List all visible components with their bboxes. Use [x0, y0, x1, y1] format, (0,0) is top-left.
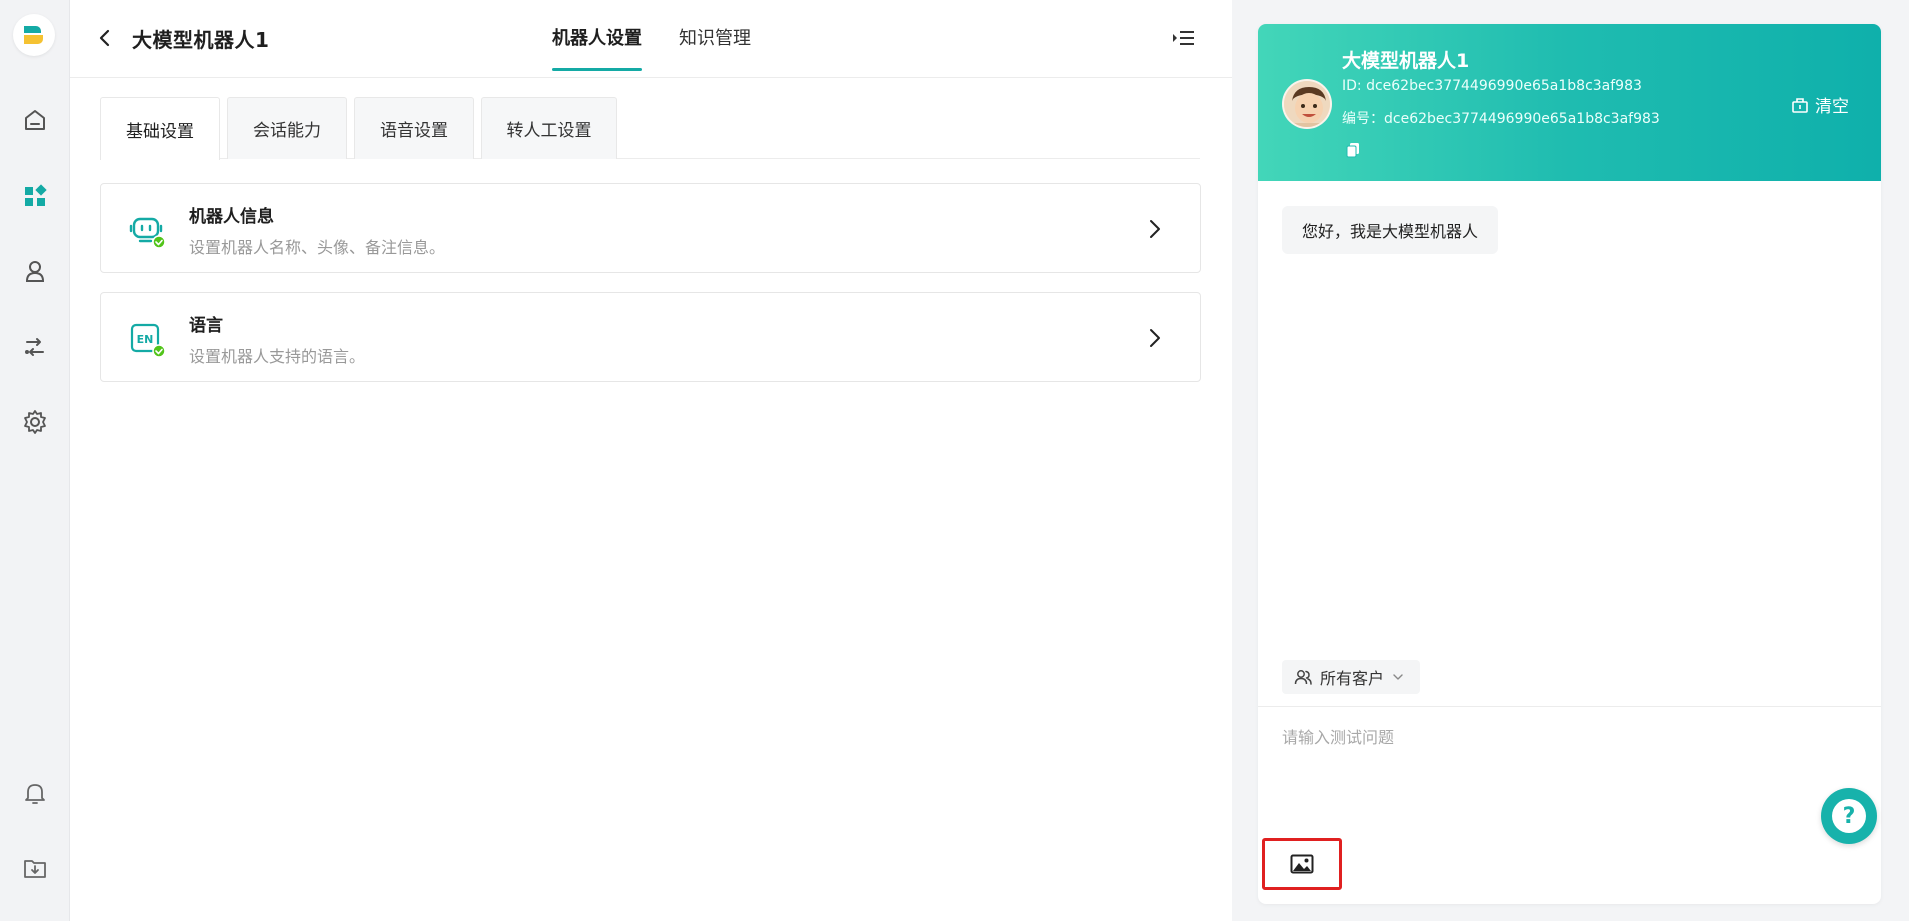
main-content: 大模型机器人1 机器人设置 知识管理 基础设置 会话能力 语音设置 转人工设置 — [70, 0, 1232, 921]
home-icon — [25, 110, 45, 130]
robot-icon — [129, 212, 166, 249]
card-description: 设置机器人支持的语言。 — [189, 347, 366, 366]
sidebar-item-user[interactable] — [17, 253, 53, 289]
gear-icon — [24, 410, 46, 434]
card-title: 机器人信息 — [189, 207, 274, 227]
bot-avatar — [1282, 79, 1332, 129]
users-icon — [1294, 670, 1312, 685]
bot-greeting-message: 您好，我是大模型机器人 — [1282, 206, 1499, 254]
subtab-basic[interactable]: 基础设置 — [100, 97, 220, 160]
sidebar-item-flow[interactable] — [17, 329, 53, 365]
bot-code: 编号：dce62bec3774496990e65a1b8c3af983 — [1342, 111, 1660, 127]
chevron-right-icon — [1148, 327, 1162, 349]
language-en-icon: EN — [129, 321, 166, 358]
download-folder-icon — [24, 860, 46, 878]
help-icon: ? — [1832, 799, 1866, 833]
bell-icon — [25, 784, 45, 804]
copy-icon — [1346, 143, 1359, 158]
sidebar-item-home[interactable] — [17, 102, 53, 138]
sidebar-item-downloads[interactable] — [17, 850, 53, 886]
scope-label: 所有客户 — [1320, 669, 1385, 688]
subtab-human-transfer[interactable]: 转人工设置 — [481, 97, 617, 159]
help-float-button[interactable]: ? — [1821, 788, 1877, 844]
avatar-icon — [1284, 81, 1330, 127]
bot-name: 大模型机器人1 — [1342, 50, 1470, 72]
subtab-voice[interactable]: 语音设置 — [354, 97, 474, 159]
customer-scope-dropdown[interactable]: 所有客户 — [1282, 660, 1421, 694]
back-button[interactable] — [98, 26, 118, 50]
svg-text:EN: EN — [137, 333, 154, 346]
subtab-conversation[interactable]: 会话能力 — [227, 97, 347, 159]
tab-robot-settings[interactable]: 机器人设置 — [552, 24, 642, 74]
test-question-input[interactable] — [1282, 724, 1852, 814]
sidebar-item-apps[interactable] — [17, 178, 53, 214]
flow-icon — [25, 338, 44, 356]
menu-collapse-icon — [1173, 31, 1194, 45]
card-title: 语言 — [189, 316, 223, 336]
upload-image-button[interactable] — [1262, 838, 1342, 890]
card-description: 设置机器人名称、头像、备注信息。 — [189, 238, 446, 257]
clear-button[interactable]: 清空 — [1791, 92, 1849, 117]
logo-icon — [24, 26, 43, 44]
image-icon — [1290, 854, 1314, 874]
sidebar-item-notifications[interactable] — [17, 775, 53, 811]
tab-knowledge[interactable]: 知识管理 — [679, 24, 751, 74]
chevron-left-icon — [99, 29, 110, 47]
bot-id: ID: dce62bec3774496990e65a1b8c3af983 — [1342, 78, 1642, 94]
robot-info-card[interactable]: 机器人信息 设置机器人名称、头像、备注信息。 — [100, 183, 1201, 273]
chat-header: 大模型机器人1 ID: dce62bec3774496990e65a1b8c3a… — [1258, 24, 1881, 181]
page-title: 大模型机器人1 — [132, 28, 270, 52]
input-divider — [1258, 706, 1881, 707]
collapse-panel-button[interactable] — [1170, 26, 1196, 50]
top-bar: 大模型机器人1 机器人设置 知识管理 — [70, 0, 1232, 78]
chat-test-panel: 大模型机器人1 ID: dce62bec3774496990e65a1b8c3a… — [1258, 24, 1881, 904]
settings-subtabs: 基础设置 会话能力 语音设置 转人工设置 — [100, 97, 1200, 160]
chevron-right-icon — [1148, 218, 1162, 240]
sidebar-item-settings[interactable] — [17, 404, 53, 440]
app-logo[interactable] — [13, 14, 55, 56]
left-sidebar — [0, 0, 70, 921]
chevron-down-icon — [1393, 674, 1403, 680]
clear-label: 清空 — [1815, 97, 1849, 117]
language-card[interactable]: EN 语言 设置机器人支持的语言。 — [100, 292, 1201, 382]
clear-icon — [1792, 97, 1808, 113]
copy-button[interactable] — [1346, 142, 1360, 158]
user-icon — [25, 261, 45, 282]
apps-icon — [25, 184, 47, 206]
